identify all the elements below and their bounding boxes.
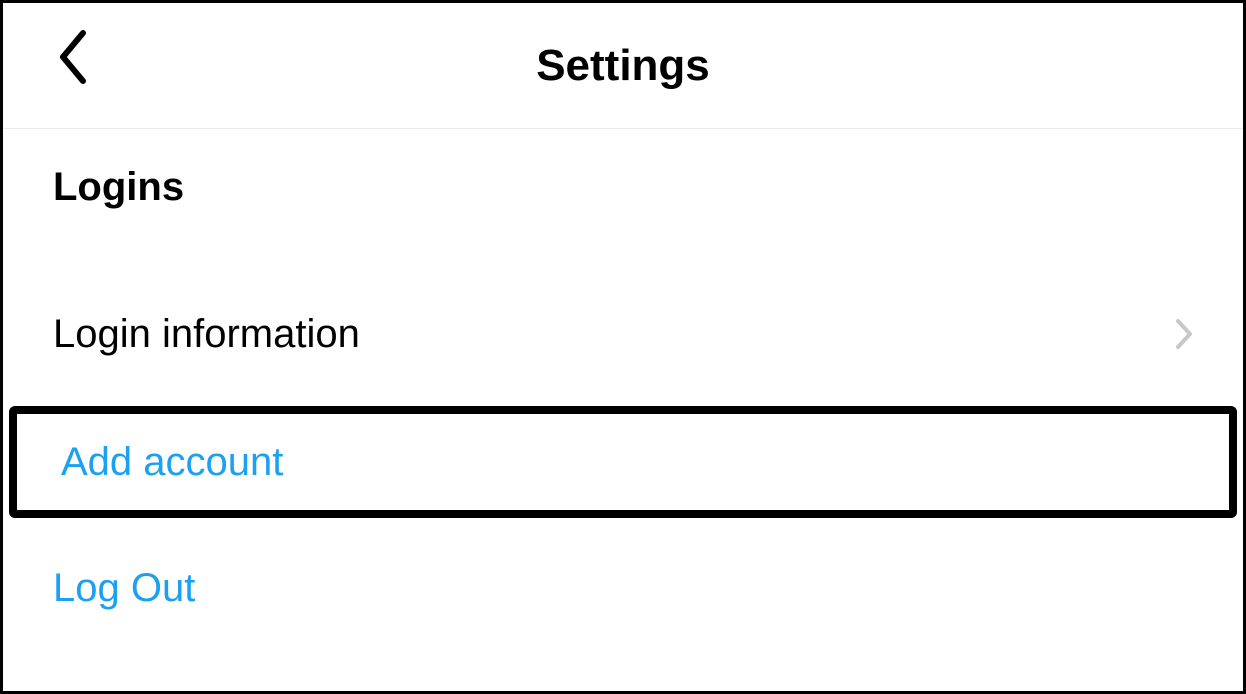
list-item-add-account[interactable]: Add account [9,406,1237,518]
chevron-right-icon [1175,318,1193,350]
list-item-label: Login information [53,310,360,358]
back-button[interactable] [51,29,95,89]
list-item-label: Add account [61,438,283,486]
section-heading-logins: Logins [3,165,1243,280]
content-area: Logins Login information Add account Log… [3,129,1243,642]
page-title: Settings [536,41,710,91]
list-item-label: Log Out [53,564,195,612]
list-item-login-information[interactable]: Login information [3,280,1243,388]
header-bar: Settings [3,3,1243,129]
list-item-log-out[interactable]: Log Out [3,534,1243,642]
chevron-left-icon [55,29,91,90]
